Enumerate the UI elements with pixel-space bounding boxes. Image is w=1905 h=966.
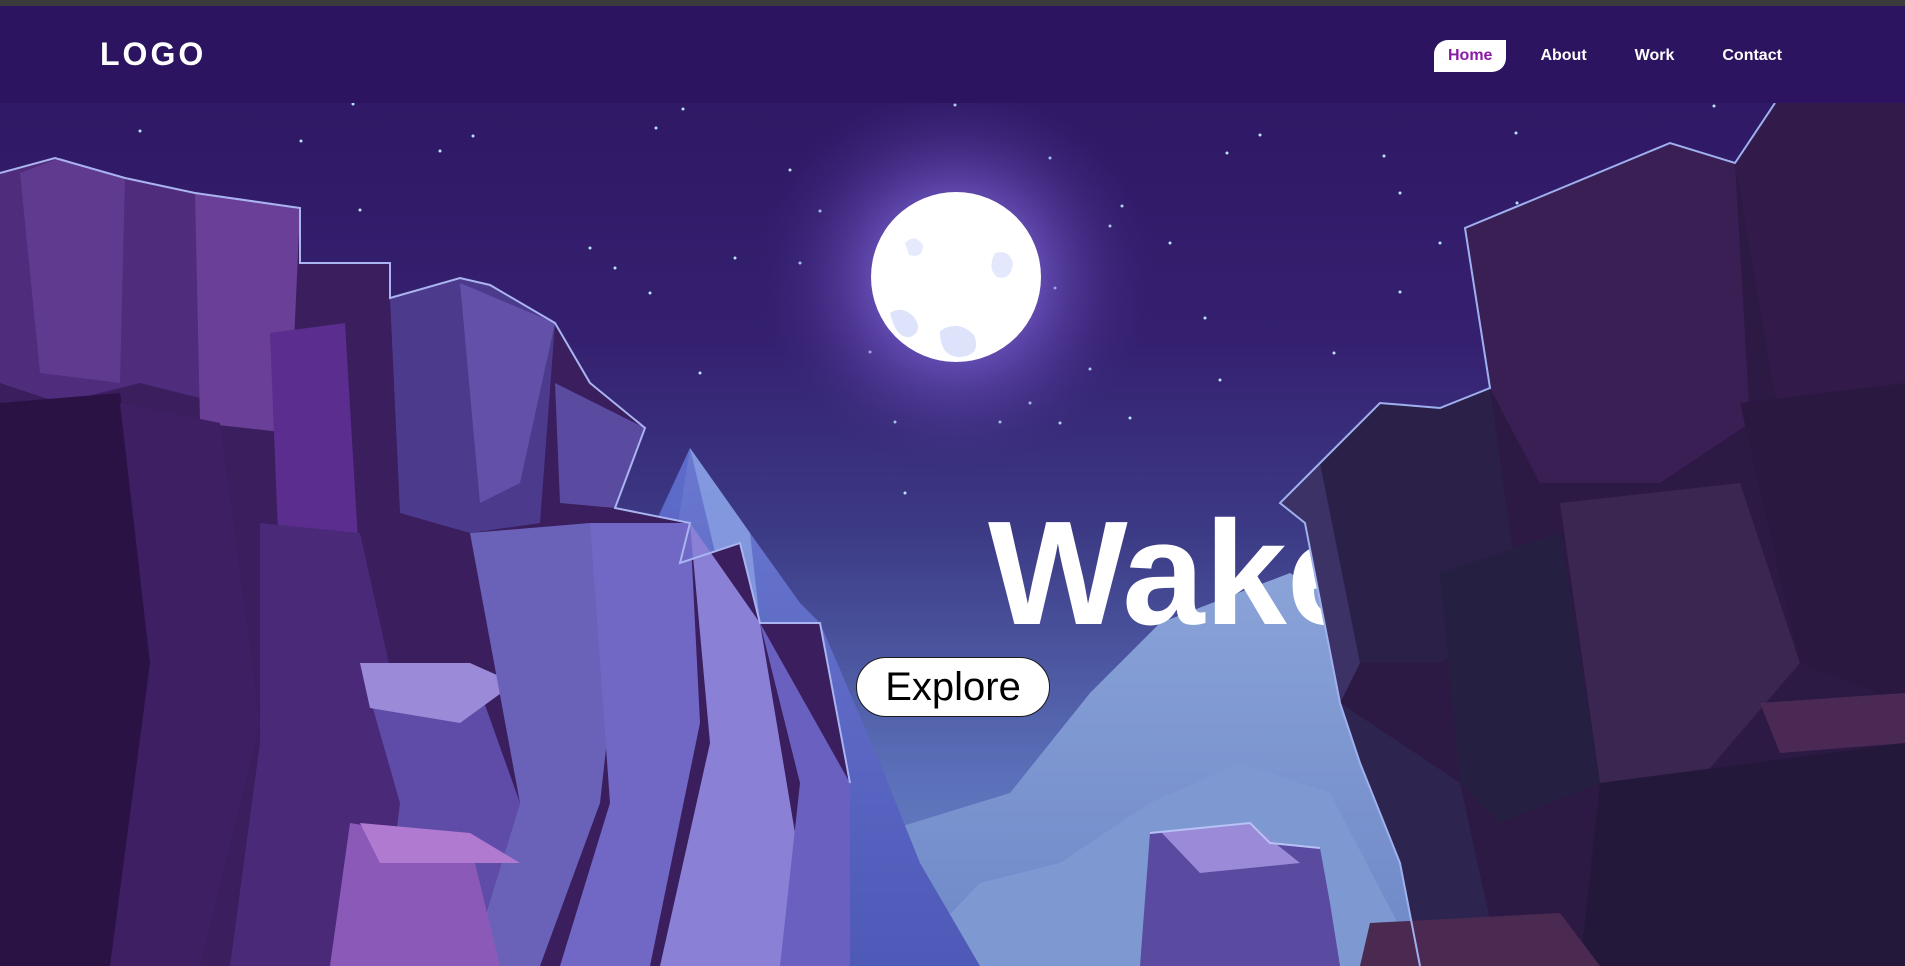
landing-page: Wake LOGO Home About Work Contact Explor… xyxy=(0,0,1905,966)
cliffs-foreground xyxy=(0,102,1905,966)
site-logo[interactable]: LOGO xyxy=(100,36,206,73)
site-header: LOGO Home About Work Contact xyxy=(0,6,1905,103)
explore-button[interactable]: Explore xyxy=(856,657,1050,717)
nav-about[interactable]: About xyxy=(1526,40,1600,72)
right-cliff xyxy=(1278,102,1905,966)
center-rock xyxy=(1140,821,1340,966)
nav-contact[interactable]: Contact xyxy=(1708,40,1796,72)
left-cliff xyxy=(0,156,851,966)
cliffs-illustration xyxy=(0,102,1905,966)
main-nav: Home About Work Contact xyxy=(1434,40,1816,72)
nav-home[interactable]: Home xyxy=(1434,40,1507,72)
browser-edge xyxy=(0,0,1905,6)
nav-work[interactable]: Work xyxy=(1621,40,1689,72)
